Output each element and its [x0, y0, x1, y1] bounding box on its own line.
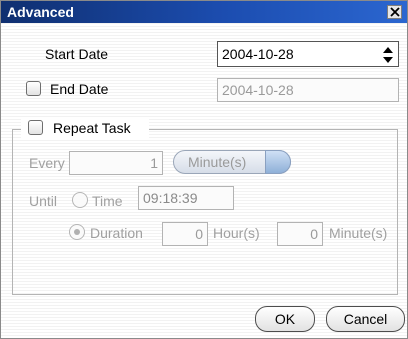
close-icon: [390, 7, 400, 17]
date-spinner-icon[interactable]: [381, 45, 395, 65]
close-button[interactable]: [387, 5, 402, 19]
end-date-label: End Date: [50, 81, 109, 97]
window-title: Advanced: [7, 4, 74, 20]
unit-dropdown-value: Minute(s): [188, 154, 247, 170]
end-date-checkbox[interactable]: [26, 81, 41, 96]
start-date-label: Start Date: [45, 46, 109, 62]
end-date-value: 2004-10-28: [222, 82, 294, 98]
radio-selected-dot: [74, 229, 80, 235]
end-date-field: 2004-10-28: [217, 78, 399, 102]
start-date-field[interactable]: 2004-10-28: [217, 41, 399, 67]
repeat-task-label: Repeat Task: [53, 120, 131, 136]
time-field: 09:18:39: [138, 186, 234, 210]
every-field: 1: [69, 151, 163, 175]
duration-radio: [69, 224, 85, 240]
time-value: 09:18:39: [143, 190, 198, 206]
duration-label: Duration: [90, 225, 143, 241]
minutes-label: Minute(s): [329, 225, 388, 241]
time-label: Time: [92, 193, 123, 209]
chevron-down-icon: [265, 150, 291, 174]
until-label: Until: [29, 193, 58, 209]
duration-minutes-value: 0: [310, 226, 318, 242]
advanced-dialog: Advanced Start Date 2004-10-28 End Date …: [0, 0, 408, 339]
title-bar: Advanced: [1, 1, 407, 23]
repeat-task-checkbox[interactable]: [28, 120, 43, 135]
every-value: 1: [150, 155, 158, 171]
duration-minutes-field: 0: [277, 222, 323, 246]
time-radio: [72, 192, 88, 208]
cancel-button[interactable]: Cancel: [326, 306, 405, 332]
duration-hours-field: 0: [162, 222, 208, 246]
every-label: Every: [29, 155, 65, 171]
start-date-value: 2004-10-28: [222, 46, 294, 62]
duration-hours-value: 0: [195, 226, 203, 242]
ok-button[interactable]: OK: [255, 306, 315, 332]
hours-label: Hour(s): [213, 225, 260, 241]
unit-dropdown: Minute(s): [173, 150, 291, 174]
